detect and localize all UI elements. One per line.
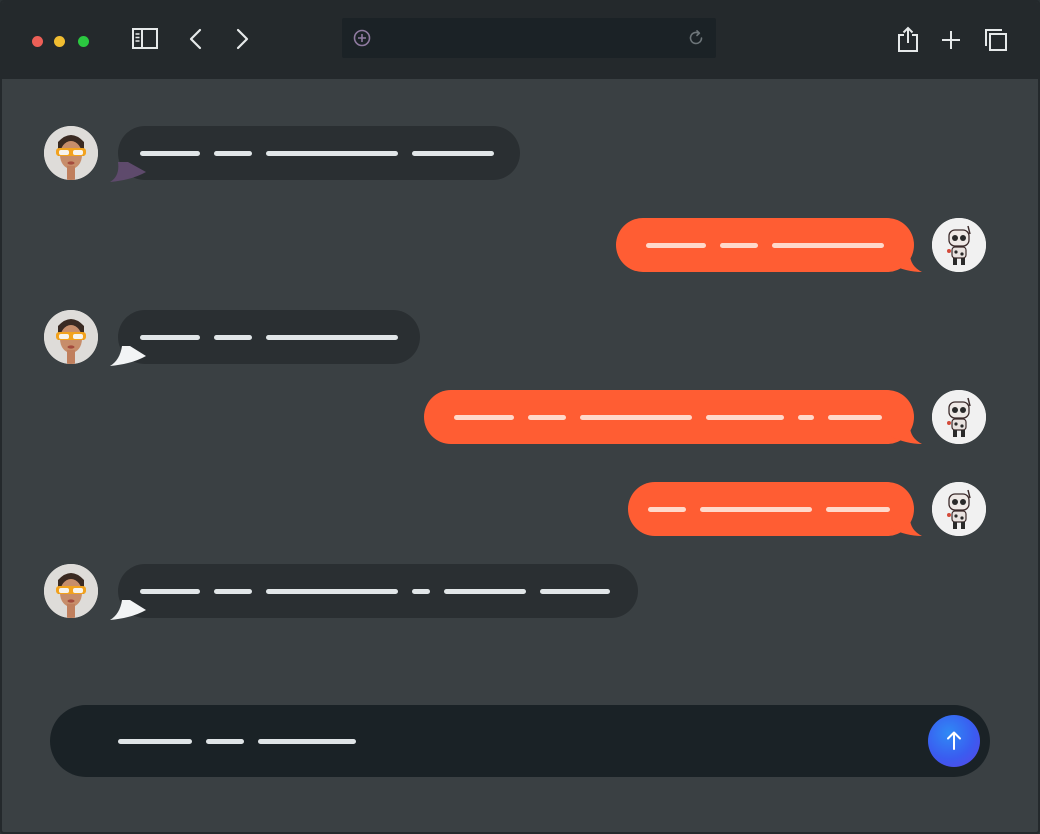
back-chevron-icon[interactable] [186, 28, 206, 52]
message-text [140, 564, 610, 618]
user-avatar[interactable] [44, 126, 98, 180]
woman-sunglasses-avatar-icon [44, 310, 98, 364]
message-text [140, 126, 494, 180]
maximize-window-button[interactable] [78, 36, 89, 47]
message-text [454, 390, 882, 444]
woman-sunglasses-avatar-icon [44, 564, 98, 618]
message-input-draft[interactable] [118, 705, 356, 777]
user-avatar[interactable] [44, 310, 98, 364]
forward-chevron-icon[interactable] [232, 28, 252, 52]
bubble-tail [110, 346, 146, 366]
robot-avatar-icon [932, 390, 986, 444]
send-button[interactable] [928, 715, 980, 767]
message-text [140, 310, 398, 364]
browser-toolbar [2, 2, 1038, 79]
sidebar-icon[interactable] [130, 26, 160, 52]
add-circle-icon [353, 29, 371, 47]
arrow-up-icon [947, 731, 961, 750]
new-tab-plus-icon[interactable] [940, 29, 962, 51]
outgoing-message-bubble[interactable] [628, 482, 914, 536]
close-window-button[interactable] [32, 36, 43, 47]
bot-avatar[interactable] [932, 390, 986, 444]
message-text [646, 218, 884, 272]
share-icon[interactable] [896, 26, 920, 54]
robot-avatar-icon [932, 482, 986, 536]
incoming-message-bubble[interactable] [118, 126, 520, 180]
message-text [648, 482, 890, 536]
outgoing-message-bubble[interactable] [424, 390, 914, 444]
incoming-message-bubble[interactable] [118, 310, 420, 364]
address-input[interactable] [342, 18, 343, 19]
woman-sunglasses-avatar-icon [44, 126, 98, 180]
browser-window [0, 0, 1040, 834]
bubble-tail [890, 518, 922, 536]
bubble-tail [110, 162, 146, 182]
bubble-tail [110, 600, 146, 620]
outgoing-message-bubble[interactable] [616, 218, 914, 272]
message-composer[interactable] [50, 705, 990, 777]
bubble-tail [890, 426, 922, 444]
reload-icon[interactable] [686, 28, 706, 48]
bot-avatar[interactable] [932, 482, 986, 536]
address-bar[interactable] [342, 18, 716, 58]
chat-thread [2, 79, 1038, 832]
robot-avatar-icon [932, 218, 986, 272]
incoming-message-bubble[interactable] [118, 564, 638, 618]
bot-avatar[interactable] [932, 218, 986, 272]
minimize-window-button[interactable] [54, 36, 65, 47]
tabs-overview-icon[interactable] [982, 26, 1010, 54]
user-avatar[interactable] [44, 564, 98, 618]
bubble-tail [890, 254, 922, 272]
